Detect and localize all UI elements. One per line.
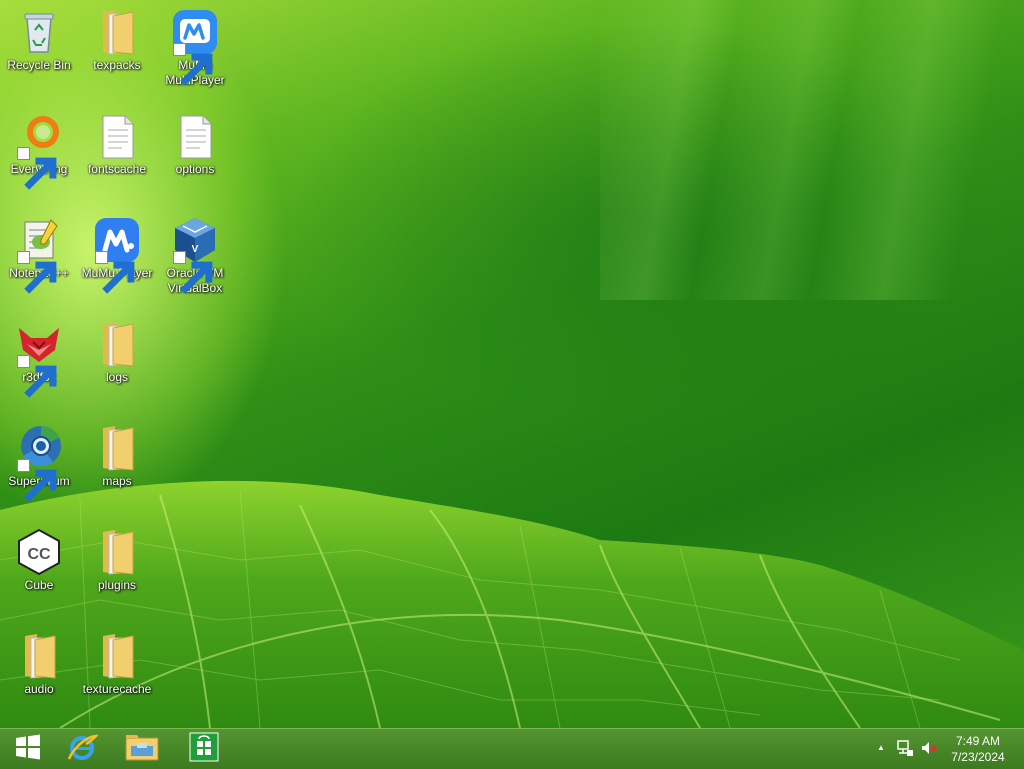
desktop-icon-label: maps [102, 474, 132, 488]
shortcut-arrow-icon [17, 251, 57, 294]
folder-icon [93, 320, 141, 368]
desktop-icon-mumu-player[interactable]: MuMu Player [80, 212, 154, 308]
supermium-icon [15, 424, 63, 502]
shortcut-arrow-icon [95, 251, 135, 294]
volume-muted-icon[interactable] [920, 739, 938, 759]
folder-icon [93, 632, 141, 680]
desktop-icon-mumu-multiplayer[interactable]: MuMu MultiPlayer [158, 4, 232, 100]
internet-explorer-icon [66, 731, 100, 768]
notepadpp-icon [15, 216, 63, 294]
clock-date: 7/23/2024 [951, 750, 1005, 764]
file-explorer-button[interactable] [114, 729, 170, 769]
desktop-icon-label: options [175, 162, 215, 176]
clock-time: 7:49 AM [955, 734, 1001, 748]
folder-icon [93, 528, 141, 576]
desktop-icon-texpacks[interactable]: texpacks [80, 4, 154, 100]
desktop-icon-plugins[interactable]: plugins [80, 524, 154, 620]
cube-icon: CC [15, 528, 63, 576]
virtualbox-icon: V [171, 216, 219, 294]
shortcut-arrow-icon [173, 251, 213, 294]
shortcut-arrow-icon [17, 355, 57, 398]
folder-icon [15, 632, 63, 680]
shortcut-arrow-icon [173, 43, 213, 86]
show-hidden-icons-button[interactable]: ▲ [872, 743, 890, 763]
internet-explorer-button[interactable] [54, 729, 110, 769]
start-button[interactable] [0, 729, 56, 769]
network-icon[interactable] [896, 739, 914, 759]
store-button[interactable] [176, 729, 232, 769]
desktop-icon-supermium[interactable]: Supermium [2, 420, 76, 516]
desktop-icon-r3dfox[interactable]: r3dfox [2, 316, 76, 412]
desktop-icon-texturecache[interactable]: texturecache [80, 628, 154, 724]
desktop-icon-options[interactable]: options [158, 108, 232, 204]
desktop-icon-label: audio [24, 682, 54, 696]
recycle-bin-icon [15, 8, 63, 56]
desktop-icon-label: fontscache [87, 162, 147, 176]
desktop-icon-label: Cube [24, 578, 54, 592]
desktop-icon-label: logs [105, 370, 128, 384]
desktop: Recycle Bin Everything Notepad++ r3dfox … [0, 0, 1024, 728]
desktop-icon-virtualbox[interactable]: V Oracle VM VirtualBox [158, 212, 232, 308]
taskbar: ▲ 7:49 AM 7/23/2024 [0, 728, 1024, 769]
desktop-icon-audio[interactable]: audio [2, 628, 76, 724]
file-icon [93, 112, 141, 160]
file-icon [171, 112, 219, 160]
shortcut-arrow-icon [17, 459, 57, 502]
desktop-icon-label: Recycle Bin [7, 58, 71, 72]
folder-icon [93, 8, 141, 56]
file-explorer-icon [125, 732, 159, 767]
desktop-icon-notepadpp[interactable]: Notepad++ [2, 212, 76, 308]
desktop-icon-label: plugins [97, 578, 137, 592]
everything-search-icon [15, 112, 63, 190]
desktop-icon-label: texturecache [82, 682, 152, 696]
desktop-icon-maps[interactable]: maps [80, 420, 154, 516]
desktop-icon-fontscache[interactable]: fontscache [80, 108, 154, 204]
desktop-icon-label: texpacks [93, 58, 141, 72]
mumu-multiplayer-icon [171, 8, 219, 86]
clock[interactable]: 7:49 AM 7/23/2024 [940, 733, 1016, 765]
windows-logo-icon [14, 733, 42, 766]
folder-icon [93, 424, 141, 472]
desktop-icon-logs[interactable]: logs [80, 316, 154, 412]
store-icon [189, 732, 219, 767]
shortcut-arrow-icon [17, 147, 57, 190]
desktop-icon-cube[interactable]: CC Cube [2, 524, 76, 620]
svg-text:CC: CC [27, 546, 51, 563]
desktop-icon-recycle-bin[interactable]: Recycle Bin [2, 4, 76, 100]
mumu-player-icon [93, 216, 141, 294]
r3dfox-icon [15, 320, 63, 398]
chevron-up-icon: ▲ [877, 743, 885, 752]
desktop-icon-everything[interactable]: Everything [2, 108, 76, 204]
